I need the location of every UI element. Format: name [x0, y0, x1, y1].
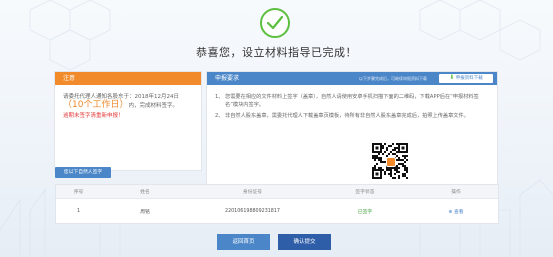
requirements-header: 申报要求 以下步骤完成后，可继续申报资料下载 ⬇ 申报资料下载 — [207, 72, 497, 85]
cell-status: 已签字 — [357, 210, 373, 215]
confirm-submit-button[interactable]: 确认提交 — [278, 234, 331, 250]
view-link[interactable]: ⊕ 查看 — [414, 208, 498, 215]
cell-name: 周铭 — [140, 210, 150, 215]
column-header: 序号 — [73, 190, 84, 195]
list-item-num: 2、 — [215, 113, 224, 119]
notice-header: 注意 — [55, 72, 201, 85]
list-item: 1、 您需要在相应的文件材料上签字（盖章），自然人请使用安卓手机扫描下面的二维码… — [215, 93, 489, 109]
success-check-icon — [260, 8, 290, 38]
list-item: 2、 非自然人股东盖章，需委托代理人下载盖章页模板，待所有非自然人股东盖章完成后… — [215, 112, 489, 120]
requirements-list: 1、 您需要在相应的文件材料上签字（盖章），自然人请使用安卓手机扫描下面的二维码… — [207, 85, 497, 120]
notice-body: 请委托代理人通知各股东于：2018年12月24日（10个工作日）内，完成材料签字… — [55, 85, 201, 120]
requirements-title: 申报要求 — [215, 75, 240, 82]
sign-button[interactable]: 您以下自然人签字 — [55, 167, 111, 178]
cell-index: 1 — [76, 209, 81, 214]
requirements-hint: 以下步骤完成后，可继续申报资料下载 — [359, 76, 427, 81]
list-item-text: 非自然人股东盖章，需委托代理人下载盖章页模板，待所有非自然人股东盖章完成后，拍照… — [225, 113, 469, 119]
back-home-button[interactable]: 返回首页 — [217, 234, 270, 250]
notice-panel: 注意 请委托代理人通知各股东于：2018年12月24日（10个工作日）内，完成材… — [54, 71, 202, 171]
table-row: 1 周铭 220106198809231817 已签字 ⊕ 查看 — [56, 199, 498, 224]
download-label: 申报资料下载 — [455, 76, 483, 81]
cell-id: 220106198809231817 — [225, 209, 280, 214]
qr-logo-icon — [386, 157, 396, 167]
table-header-row: 序号 姓名 身份证号 签字状态 操作 — [56, 185, 498, 199]
qr-code — [372, 143, 408, 179]
success-title: 恭喜您，设立材料指导已完成！ — [196, 46, 357, 59]
list-item-text: 您需要在相应的文件材料上签字（盖章），自然人请使用安卓手机扫描下面的二维码，下载… — [225, 94, 479, 108]
notice-highlight: （10个工作日） — [63, 100, 129, 110]
notice-warning: 逾期未签字清重新申报！ — [63, 113, 124, 119]
column-header: 身份证号 — [242, 190, 263, 195]
view-label: 查看 — [453, 210, 464, 215]
download-icon: ⬇ — [449, 74, 455, 81]
column-header: 操作 — [451, 190, 461, 195]
notice-text-suffix: 内，完成材料签字。 — [128, 103, 178, 109]
column-header: 签字状态 — [355, 190, 375, 195]
download-materials-button[interactable]: ⬇ 申报资料下载 — [439, 74, 493, 83]
signers-table: 序号 姓名 身份证号 签字状态 操作 1 周铭 2201061988092318… — [55, 184, 499, 224]
requirements-panel: 申报要求 以下步骤完成后，可继续申报资料下载 ⬇ 申报资料下载 1、 您需要在相… — [206, 71, 498, 188]
list-item-num: 1、 — [215, 94, 224, 100]
column-header: 姓名 — [140, 190, 150, 195]
